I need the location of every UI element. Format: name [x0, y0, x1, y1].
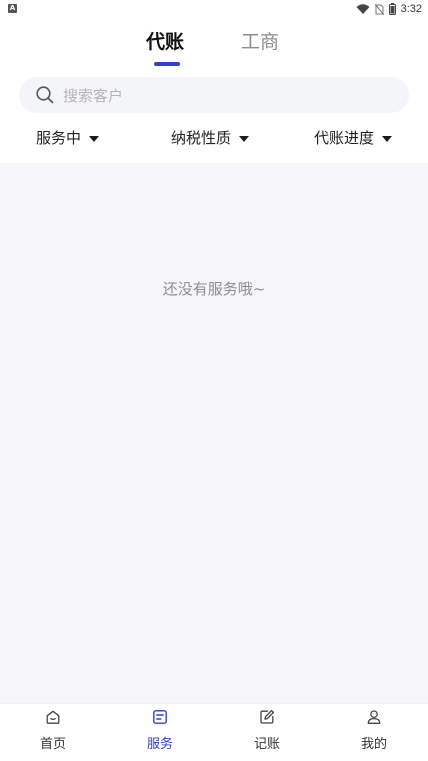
nav-label-bookkeeping: 记账	[253, 737, 280, 752]
filter-tax-type-label: 纳税性质	[171, 129, 232, 147]
home-icon	[46, 710, 60, 724]
filter-progress-label: 代账进度	[314, 129, 375, 147]
filter-status-dropdown[interactable]: 服务中	[36, 127, 100, 148]
nav-item-mine[interactable]: 我的	[334, 706, 414, 756]
battery-icon	[388, 3, 396, 15]
service-icon	[153, 710, 167, 724]
search-icon	[36, 86, 54, 104]
search-box[interactable]	[19, 77, 409, 115]
caret-down-icon	[89, 135, 100, 142]
bottom-nav: 首页 服务 记账 我的	[0, 703, 428, 761]
tab-active-indicator	[154, 62, 180, 66]
nav-item-home[interactable]: 首页	[13, 706, 93, 756]
empty-state-message: 还没有服务哦~	[162, 280, 266, 298]
tab-gongshang[interactable]: 工商	[241, 28, 279, 56]
search-input[interactable]	[61, 77, 395, 115]
filter-tax-type-dropdown[interactable]: 纳税性质	[171, 127, 250, 148]
status-icons: 3:32	[356, 1, 422, 17]
top-tabs: 代账 工商	[0, 24, 428, 68]
wifi-icon	[356, 3, 370, 14]
filter-progress-dropdown[interactable]: 代账进度	[314, 127, 393, 148]
status-bar: A 3:32	[0, 0, 428, 18]
nav-item-service[interactable]: 服务	[120, 706, 200, 756]
nav-label-mine: 我的	[360, 737, 387, 752]
notification-icon: A	[8, 4, 17, 13]
tab-daizhang[interactable]: 代账	[146, 28, 184, 56]
caret-down-icon	[382, 135, 393, 142]
no-sim-icon	[374, 3, 384, 15]
nav-label-home: 首页	[39, 737, 66, 752]
user-icon	[367, 710, 381, 724]
filter-bar: 服务中 纳税性质 代账进度	[0, 122, 428, 156]
nav-label-service: 服务	[146, 737, 173, 752]
nav-item-bookkeeping[interactable]: 记账	[227, 706, 307, 756]
filter-status-label: 服务中	[36, 129, 82, 147]
service-list-area: 还没有服务哦~	[0, 163, 428, 703]
edit-icon	[260, 709, 275, 724]
status-time: 3:32	[400, 3, 422, 15]
caret-down-icon	[239, 135, 250, 142]
